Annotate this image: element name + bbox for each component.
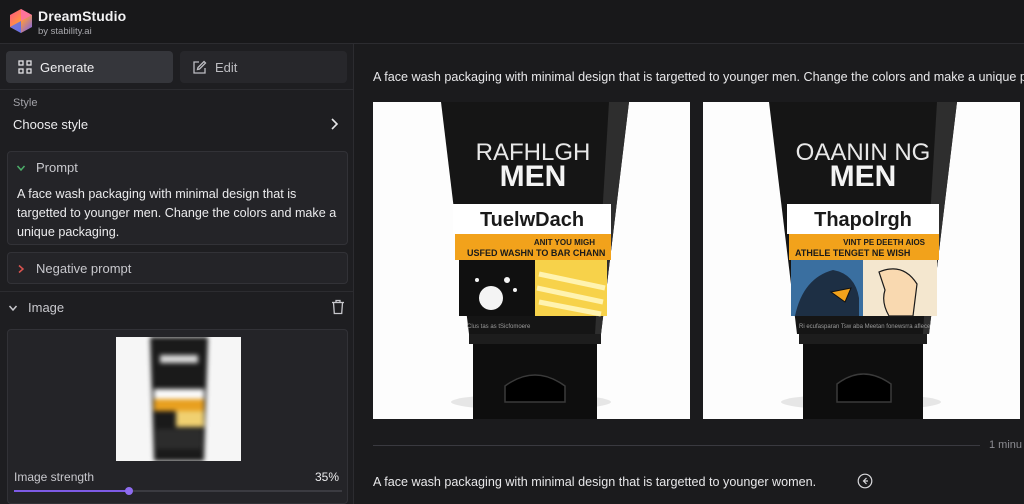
prompt-panel: Prompt A face wash packaging with minima…: [7, 151, 348, 245]
image-strength-value: 35%: [314, 470, 339, 484]
divider: [0, 89, 354, 90]
image-label: Image: [28, 300, 65, 315]
edit-label: Edit: [215, 59, 238, 75]
generation-timestamp: 1 minu: [989, 439, 1023, 451]
tube-band-title: TuelwDach: [480, 209, 584, 231]
sidebar: Generate Edit Style Choose style Prompt …: [0, 44, 354, 504]
edit-icon: [193, 60, 207, 74]
app-subtitle: by stability.ai: [38, 26, 92, 37]
chevron-right-icon[interactable]: [327, 117, 341, 131]
arrow-left-circle-icon[interactable]: [857, 473, 873, 489]
tube-band-line-a: VINT PE DEETH AIOS: [843, 238, 926, 247]
tube-fine-print: Ri ecufasparan Tsw aba Meetan fonewsrra …: [799, 324, 931, 330]
tube-line-text: MEN: [500, 160, 567, 193]
tube-line-text: MEN: [830, 160, 897, 193]
app-name: DreamStudio: [38, 8, 127, 24]
negative-prompt-toggle[interactable]: Negative prompt: [16, 261, 131, 276]
grid-icon: [18, 60, 32, 74]
generation-separator: 1 minu: [373, 439, 1024, 453]
style-label: Style: [13, 97, 38, 109]
image-strength-fill: [14, 490, 129, 492]
image-section-toggle[interactable]: Image: [8, 300, 64, 315]
init-image-thumbnail[interactable]: [116, 337, 241, 461]
chevron-down-icon: [8, 305, 18, 311]
tube-fine-print: Clus tas as tSicfomoere: [467, 324, 531, 330]
trash-icon[interactable]: [331, 299, 345, 315]
prompt-textarea[interactable]: A face wash packaging with minimal desig…: [17, 185, 339, 242]
chevron-down-icon: [16, 165, 26, 171]
negative-prompt-panel: Negative prompt: [7, 252, 348, 284]
top-bar: DreamStudio by stability.ai: [0, 0, 1024, 44]
result-image-2[interactable]: OAANIN NG MEN Thapolrgh VINT PE DEETH AI…: [703, 102, 1020, 419]
style-selector[interactable]: Choose style: [13, 117, 88, 132]
generate-label: Generate: [40, 59, 95, 75]
prompt-label: Prompt: [36, 160, 78, 175]
generate-button[interactable]: Generate: [6, 51, 173, 83]
tube-band-title: Thapolrgh: [814, 209, 912, 231]
result-image-1[interactable]: RAFHLGH MEN TuelwDach ANIT YOU MIGH USFE…: [373, 102, 690, 419]
generation-prompt: A face wash packaging with minimal desig…: [373, 70, 1024, 84]
negative-prompt-label: Negative prompt: [36, 261, 132, 276]
tube-band-line-b: USFED WASHN TO BAR CHANN: [467, 248, 605, 258]
init-image-box: Image strength 35%: [7, 329, 348, 504]
tube-band-line-b: ATHELE TENGET NE WISH: [795, 248, 910, 258]
image-strength-handle[interactable]: [124, 487, 133, 495]
chevron-right-icon: [18, 264, 25, 273]
separator-line: [373, 445, 980, 446]
edit-button[interactable]: Edit: [180, 51, 347, 83]
image-strength-slider[interactable]: [14, 487, 342, 495]
tube-band-line-a: ANIT YOU MIGH: [534, 238, 595, 247]
image-strength-label: Image strength: [14, 470, 95, 484]
dreamstudio-logo-icon[interactable]: [8, 8, 34, 34]
prompt-toggle[interactable]: Prompt: [16, 160, 78, 175]
main-area: A face wash packaging with minimal desig…: [355, 44, 1024, 504]
divider: [0, 291, 354, 292]
previous-generation-prompt: A face wash packaging with minimal desig…: [373, 475, 817, 489]
